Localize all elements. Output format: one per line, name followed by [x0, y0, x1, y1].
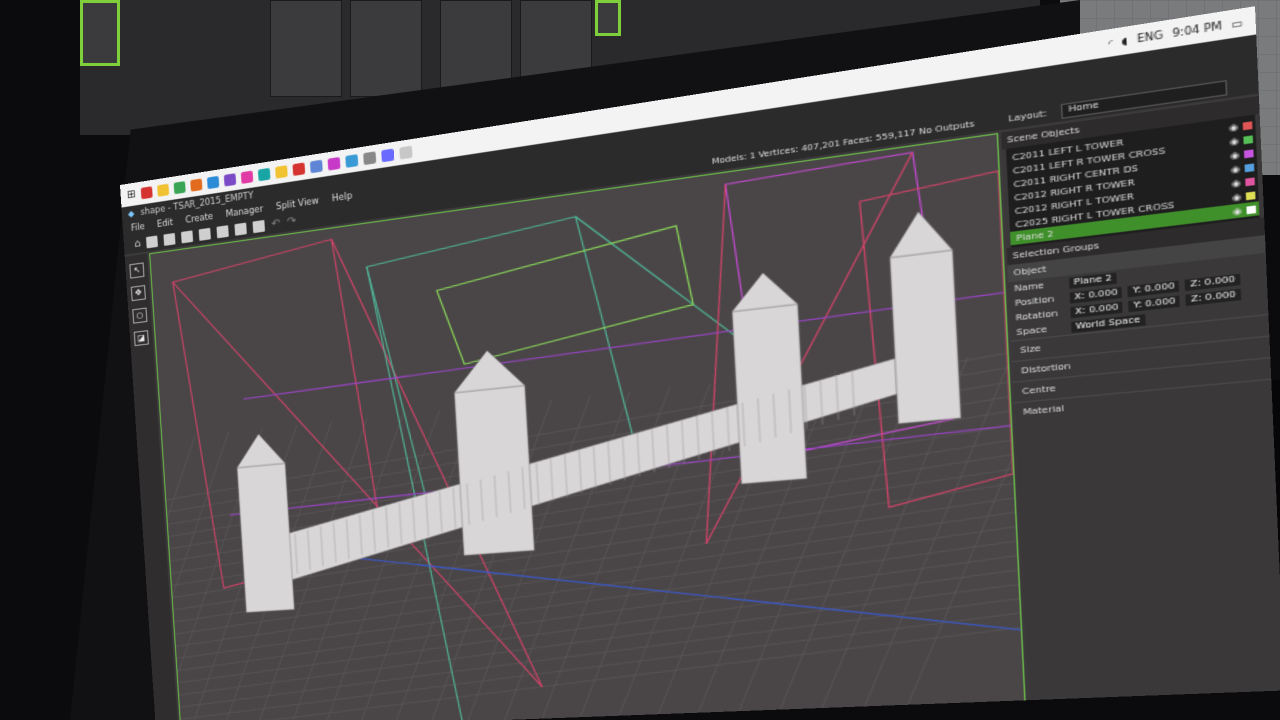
taskbar-app-icon[interactable] [381, 147, 395, 162]
move-tool-icon[interactable]: ✥ [130, 284, 146, 302]
volume-icon[interactable]: ◖ [1121, 35, 1128, 47]
visibility-icon[interactable]: ◉ [1232, 191, 1242, 202]
rotate-tool-icon[interactable]: ○ [132, 307, 148, 324]
visibility-icon[interactable]: ◉ [1230, 163, 1240, 174]
taskbar-app-icon[interactable] [345, 153, 359, 168]
copy-icon[interactable] [199, 227, 212, 241]
app-logo-icon: ◆ [127, 208, 135, 219]
open-folder-icon[interactable] [163, 232, 176, 246]
visibility-icon[interactable]: ◉ [1229, 135, 1239, 146]
new-file-icon[interactable] [146, 234, 159, 248]
color-swatch[interactable] [1243, 148, 1254, 158]
visibility-icon[interactable]: ◉ [1232, 205, 1242, 216]
menu-item-file[interactable]: File [131, 221, 145, 232]
save-icon[interactable] [181, 229, 194, 243]
visibility-icon[interactable]: ◉ [1231, 177, 1241, 188]
taskbar-app-icon[interactable] [327, 156, 341, 171]
menu-item-edit[interactable]: Edit [157, 217, 174, 229]
menu-item-help[interactable]: Help [332, 190, 353, 203]
notification-icon[interactable]: ▭ [1231, 17, 1243, 30]
taskbar-app-icon[interactable] [399, 145, 413, 159]
import-icon[interactable] [234, 221, 248, 236]
taskbar-app-icon[interactable] [207, 175, 220, 189]
visibility-icon[interactable]: ◉ [1228, 121, 1238, 132]
color-swatch[interactable] [1243, 134, 1254, 144]
taskbar-app-icon[interactable] [190, 177, 203, 192]
color-swatch[interactable] [1246, 204, 1257, 214]
clock[interactable]: 9:04 PM [1172, 20, 1222, 39]
bg-tile [350, 0, 422, 97]
visibility-icon[interactable]: ◉ [1230, 149, 1240, 160]
bg-tile [80, 0, 120, 66]
taskbar-app-icon[interactable] [258, 167, 271, 181]
taskbar-app-icon[interactable] [224, 172, 237, 186]
start-icon[interactable]: ⊞ [126, 188, 135, 201]
grid-icon[interactable] [216, 224, 230, 238]
taskbar-app-icon[interactable] [157, 183, 170, 197]
bg-tile [595, 0, 621, 36]
taskbar-app-icon[interactable] [141, 185, 154, 199]
taskbar-app-icon[interactable] [241, 169, 254, 184]
taskbar-app-icon[interactable] [292, 161, 306, 176]
taskbar-app-icon[interactable] [310, 159, 324, 173]
select-tool-icon[interactable]: ↖ [129, 262, 145, 279]
bg-tile [270, 0, 342, 97]
taskbar-app-icon[interactable] [275, 164, 289, 179]
color-swatch[interactable] [1242, 120, 1253, 130]
taskbar-app-icon[interactable] [363, 150, 377, 165]
home-icon[interactable]: ⌂ [134, 237, 141, 249]
undo-icon[interactable]: ↶ [271, 217, 281, 230]
color-swatch[interactable] [1245, 176, 1255, 186]
wifi-icon[interactable]: ◜ [1108, 37, 1113, 49]
taskbar-app-icon[interactable] [173, 180, 187, 194]
color-swatch[interactable] [1245, 190, 1256, 200]
scale-tool-icon[interactable]: ◪ [133, 330, 149, 347]
settings-icon[interactable] [252, 219, 266, 233]
color-swatch[interactable] [1244, 162, 1255, 172]
properties-panel: Scene Objects C2011 LEFT L TOWER ◉ C2011 L… [1000, 95, 1280, 701]
menu-item-create[interactable]: Create [185, 211, 213, 224]
redo-icon[interactable]: ↷ [287, 215, 297, 228]
language-indicator[interactable]: ENG [1137, 29, 1164, 44]
